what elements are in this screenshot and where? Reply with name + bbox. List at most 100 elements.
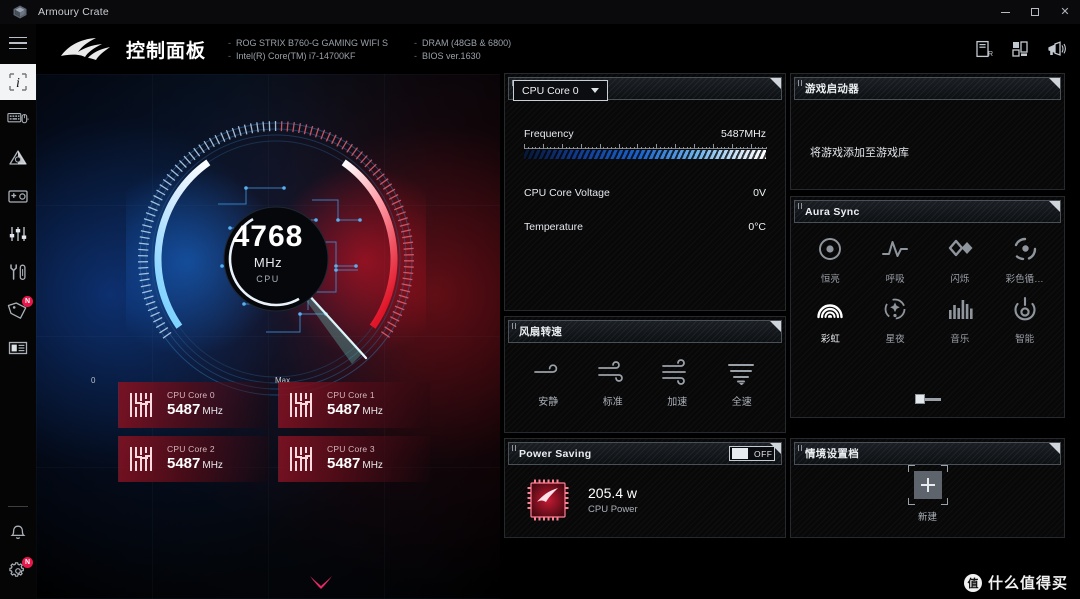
gauge-min-label: 0	[91, 376, 96, 385]
metric-value: 0°C	[748, 221, 766, 233]
power-saving-toggle[interactable]: OFF	[729, 446, 775, 461]
cpu-core-card[interactable]: CPU Core 1 5487 MHz	[278, 382, 430, 428]
sidebar-item-aura-sync[interactable]	[0, 140, 36, 176]
aura-effect-rainbow[interactable]: 彩虹	[798, 295, 863, 345]
armoury-crate-window: Armoury Crate ✕ i N N 控制面板 - ROG STRIX B…	[0, 0, 1080, 599]
close-button[interactable]: ✕	[1050, 0, 1080, 24]
frequency-ruler	[524, 144, 767, 149]
sidebar-item-deals[interactable]: N	[0, 292, 36, 328]
metric-label: CPU Core Voltage	[524, 187, 610, 199]
gauge-value: 4768	[232, 220, 304, 253]
system-info-line: - DRAM (48GB & 6800)	[414, 37, 512, 48]
power-saving-panel-body: 205.4 w CPU Power	[508, 465, 782, 534]
color-cycle-icon	[1011, 235, 1039, 263]
aura-brightness-slider[interactable]	[914, 394, 941, 404]
gauge-unit: MHz	[253, 255, 283, 270]
core-name: CPU Core 3	[327, 444, 375, 455]
system-info-line: - Intel(R) Core(TM) i7-14700KF	[228, 50, 356, 61]
cpu-core-panel-body: Frequency 5487MHz CPU Core Voltage 0V Te…	[508, 100, 782, 307]
minimize-button[interactable]	[990, 0, 1020, 24]
maximize-button[interactable]	[1020, 0, 1050, 24]
metric-label: Temperature	[524, 221, 583, 233]
metric-row-voltage: CPU Core Voltage 0V	[508, 187, 782, 199]
watermark-mark: 值	[963, 573, 982, 592]
fan-mode-turbo[interactable]: 加速	[660, 358, 694, 408]
cpu-core-card[interactable]: CPU Core 2 5487 MHz	[118, 436, 270, 482]
aura-effect-label: 闪烁	[950, 274, 970, 285]
fan-mode-label: 标准	[602, 396, 623, 408]
cpu-core-select-value: CPU Core 0	[522, 84, 579, 97]
chevron-down-icon	[591, 88, 599, 93]
game-launcher-title: 游戏启动器	[805, 83, 859, 95]
sidebar-item-settings[interactable]: N	[0, 553, 36, 589]
info-icon: i	[9, 73, 27, 91]
flash-icon	[946, 235, 974, 263]
game-launcher-empty-text[interactable]: 将游戏添加至游戏库	[810, 144, 909, 160]
system-info: - ROG STRIX B760-G GAMING WIFI S - Intel(R…	[228, 38, 511, 61]
cpu-core-panel: CPU Core 0 Frequency 5487MHz CPU Core Vo…	[504, 73, 786, 311]
cpu-circuit-icon	[287, 390, 319, 420]
metric-value: 0V	[753, 187, 766, 199]
game-launcher-panel-header: 游戏启动器	[794, 77, 1061, 100]
wind-standard-icon	[596, 359, 630, 385]
fan-speed-panel-header: 风扇转速	[508, 320, 782, 343]
cpu-core-card[interactable]: CPU Core 0 5487 MHz	[118, 382, 270, 428]
game-library-icon	[8, 190, 28, 203]
gauge-label: CPU	[256, 274, 280, 284]
aura-effect-label: 恒亮	[820, 274, 840, 285]
metric-value: 5487MHz	[721, 128, 766, 140]
watermark-text: 什么值得买	[987, 575, 1068, 592]
bell-icon	[10, 525, 26, 540]
hamburger-icon[interactable]	[7, 34, 29, 52]
megaphone-icon[interactable]	[1046, 39, 1066, 59]
gauge-readout: 4768 MHz CPU	[198, 220, 338, 285]
fan-speed-title: 风扇转速	[519, 326, 563, 338]
cpu-circuit-icon	[127, 444, 159, 474]
sidebar-bottom-items: N	[0, 506, 36, 599]
sidebar-item-notifications[interactable]	[0, 515, 36, 551]
core-name: CPU Core 0	[167, 390, 215, 401]
dram-info: DRAM (48GB & 6800)	[422, 37, 512, 48]
fan-mode-full[interactable]: 全速	[725, 359, 759, 408]
sidebar-item-news[interactable]	[0, 330, 36, 366]
scenario-profile-panel: 情境设置档 新建	[790, 438, 1065, 538]
bios-version: BIOS ver.1630	[422, 50, 481, 61]
sidebar-item-devices[interactable]	[0, 102, 36, 138]
sidebar-divider	[8, 506, 28, 507]
system-info-column-2: - DRAM (48GB & 6800) - BIOS ver.1630	[414, 38, 511, 61]
aura-effect-starry-night[interactable]: 星夜	[863, 295, 928, 345]
panel-corner	[1049, 78, 1060, 89]
slider-handle[interactable]	[914, 394, 925, 404]
aura-effect-breathing[interactable]: 呼吸	[863, 235, 928, 285]
rainbow-icon	[816, 295, 844, 323]
scenario-profile-panel-body: 新建	[794, 464, 1061, 534]
sidebar-item-game-library[interactable]	[0, 178, 36, 214]
armoury-crate-logo-icon	[12, 4, 28, 20]
core-value: 5487	[327, 455, 361, 473]
fan-mode-standard[interactable]: 标准	[596, 359, 630, 408]
aura-sync-panel: Aura Sync 恒亮 呼吸 闪烁 彩色循… 彩虹 星夜 音乐 智能	[790, 196, 1065, 418]
cpu-model: Intel(R) Core(TM) i7-14700KF	[236, 50, 356, 61]
news-icon	[8, 341, 28, 355]
core-unit: MHz	[362, 460, 383, 472]
aura-effect-label: 彩色循…	[1005, 274, 1044, 285]
aura-effect-flash[interactable]: 闪烁	[928, 235, 993, 285]
sidebar-item-tools[interactable]	[0, 254, 36, 290]
cpu-core-card[interactable]: CPU Core 3 5487 MHz	[278, 436, 430, 482]
add-profile-button[interactable]	[907, 464, 948, 505]
aura-effect-smart[interactable]: 智能	[992, 295, 1057, 345]
aura-effect-static[interactable]: 恒亮	[798, 235, 863, 285]
fan-mode-quiet[interactable]: 安静	[531, 359, 565, 408]
cpu-gauge-pane: 4768 MHz CPU 0 Max CPU Core 0 5487 MHz C…	[36, 74, 500, 599]
aura-effect-color-cycle[interactable]: 彩色循…	[992, 235, 1057, 285]
sidebar-item-dashboard[interactable]: i	[0, 64, 36, 100]
sidebar-item-tuning[interactable]	[0, 216, 36, 252]
cpu-core-select[interactable]: CPU Core 0	[513, 80, 608, 101]
aura-effect-music[interactable]: 音乐	[928, 295, 993, 345]
keyboard-mouse-icon	[7, 113, 29, 124]
page-title: 控制面板	[126, 40, 207, 62]
layout-icon[interactable]	[1010, 39, 1030, 59]
fan-speed-panel-body: 安静 标准 加速 全速	[508, 343, 782, 429]
report-icon[interactable]: R	[974, 39, 994, 59]
sidebar-items: i N	[0, 64, 36, 368]
